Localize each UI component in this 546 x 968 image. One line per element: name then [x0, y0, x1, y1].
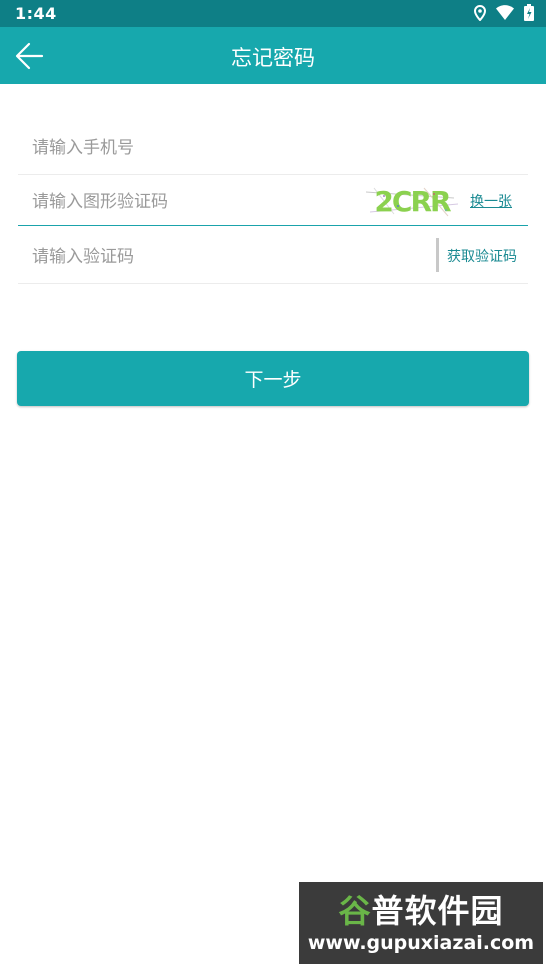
status-time: 1:44: [15, 4, 57, 23]
watermark-title: 谷普软件园: [299, 886, 543, 932]
wifi-icon: [496, 5, 514, 20]
captcha-text: 2CRR: [374, 185, 451, 218]
get-code-button[interactable]: 获取验证码: [447, 246, 517, 266]
status-icons: [474, 4, 534, 21]
phone-field: [18, 120, 528, 176]
watermark-title-rest: 普软件园: [371, 892, 504, 930]
sms-code-input[interactable]: [30, 228, 354, 285]
status-bar: 1:44: [0, 0, 546, 27]
app-bar: 忘记密码: [0, 27, 546, 84]
image-code-input[interactable]: [30, 176, 354, 227]
watermark-title-prefix: 谷: [338, 892, 372, 930]
next-step-button[interactable]: 下一步: [17, 351, 529, 406]
sms-code-field: 获取验证码: [18, 228, 528, 285]
image-code-field: 2CRR 换一张: [18, 176, 528, 227]
watermark: 谷普软件园 www.gupuxiazai.com: [299, 882, 543, 964]
change-captcha-link[interactable]: 换一张: [470, 191, 512, 211]
page-title: 忘记密码: [231, 46, 315, 70]
battery-icon: [524, 4, 534, 21]
phone-input[interactable]: [30, 120, 354, 176]
field-divider: [436, 238, 439, 272]
location-icon: [474, 4, 486, 21]
captcha-image[interactable]: 2CRR: [364, 184, 460, 218]
watermark-url: www.gupuxiazai.com: [307, 932, 535, 954]
